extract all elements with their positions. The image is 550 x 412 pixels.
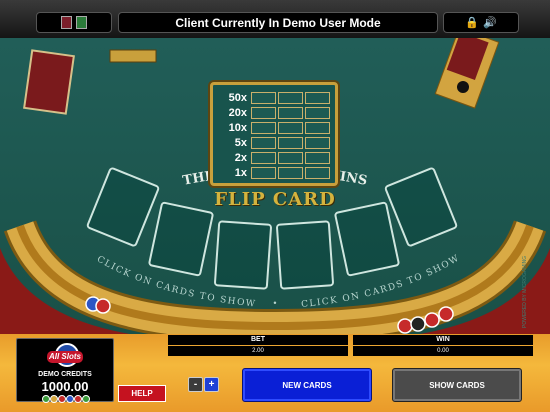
paytable-row: 2x	[217, 152, 332, 164]
card-slot-4[interactable]	[275, 220, 335, 290]
game-window: Client Currently In Demo User Mode 🔒 🔊 T…	[0, 0, 550, 412]
bet-value: 2.00	[168, 346, 348, 356]
paytable-row: 50x	[217, 92, 332, 104]
help-button[interactable]: HELP	[118, 385, 166, 402]
paytable-row: 1x	[217, 167, 332, 179]
chip-icon	[58, 395, 66, 403]
demo-credits-value: 1000.00	[41, 379, 89, 394]
new-cards-button[interactable]: NEW CARDS	[242, 368, 372, 402]
win-value: 0.00	[353, 346, 533, 356]
demo-mode-status: Client Currently In Demo User Mode	[118, 12, 438, 33]
multiplier-label: 1x	[234, 167, 247, 179]
multiplier-label: 10x	[228, 122, 247, 134]
paytable: 50x 20x 10x 5x 2x 1x	[210, 82, 338, 186]
chip-icon	[74, 395, 82, 403]
paytable-row: 20x	[217, 107, 332, 119]
prompt-separator: •	[273, 298, 276, 308]
multiplier-label: 2x	[234, 152, 247, 164]
game-title: FLIP CARD	[214, 189, 336, 210]
paytable-row: 10x	[217, 122, 332, 134]
card-shoe	[434, 38, 500, 109]
chip-icon	[82, 395, 90, 403]
bet-label: BET	[168, 335, 348, 345]
multiplier-label: 20x	[228, 107, 247, 119]
top-right-controls[interactable]: 🔒 🔊	[443, 12, 519, 33]
chip-icon	[42, 395, 50, 403]
chip-icon	[66, 395, 74, 403]
top-left-controls[interactable]	[36, 12, 112, 33]
win-label: WIN	[353, 335, 533, 345]
powered-by-text: POWERED BY MICROGAMING	[522, 256, 528, 328]
multiplier-label: 50x	[228, 92, 247, 104]
bet-decrease-button[interactable]: -	[188, 377, 203, 392]
card-icon[interactable]	[61, 16, 72, 29]
card-icon-green[interactable]	[76, 16, 87, 29]
demo-credits-label: DEMO CREDITS	[38, 371, 92, 378]
casino-logo-credits: All Slots DEMO CREDITS 1000.00	[16, 338, 114, 403]
card-slot-3[interactable]	[213, 220, 273, 290]
multiplier-label: 5x	[234, 137, 247, 149]
game-table: THREE OF A KIND WINS CLICK ON CARDS TO S…	[0, 38, 550, 334]
lock-icon[interactable]: 🔒	[465, 16, 479, 29]
logo-text: All Slots	[47, 351, 83, 363]
gold-ornament	[109, 49, 157, 63]
chip-stack-left	[85, 296, 111, 314]
chip-icon	[50, 395, 58, 403]
status-text: Client Currently In Demo User Mode	[175, 15, 381, 30]
show-cards-button[interactable]: SHOW CARDS	[392, 368, 522, 402]
bet-increase-button[interactable]: +	[204, 377, 219, 392]
sound-icon[interactable]: 🔊	[483, 16, 497, 29]
paytable-row: 5x	[217, 137, 332, 149]
top-bar: Client Currently In Demo User Mode 🔒 🔊	[0, 0, 550, 38]
deck-left	[23, 49, 75, 115]
